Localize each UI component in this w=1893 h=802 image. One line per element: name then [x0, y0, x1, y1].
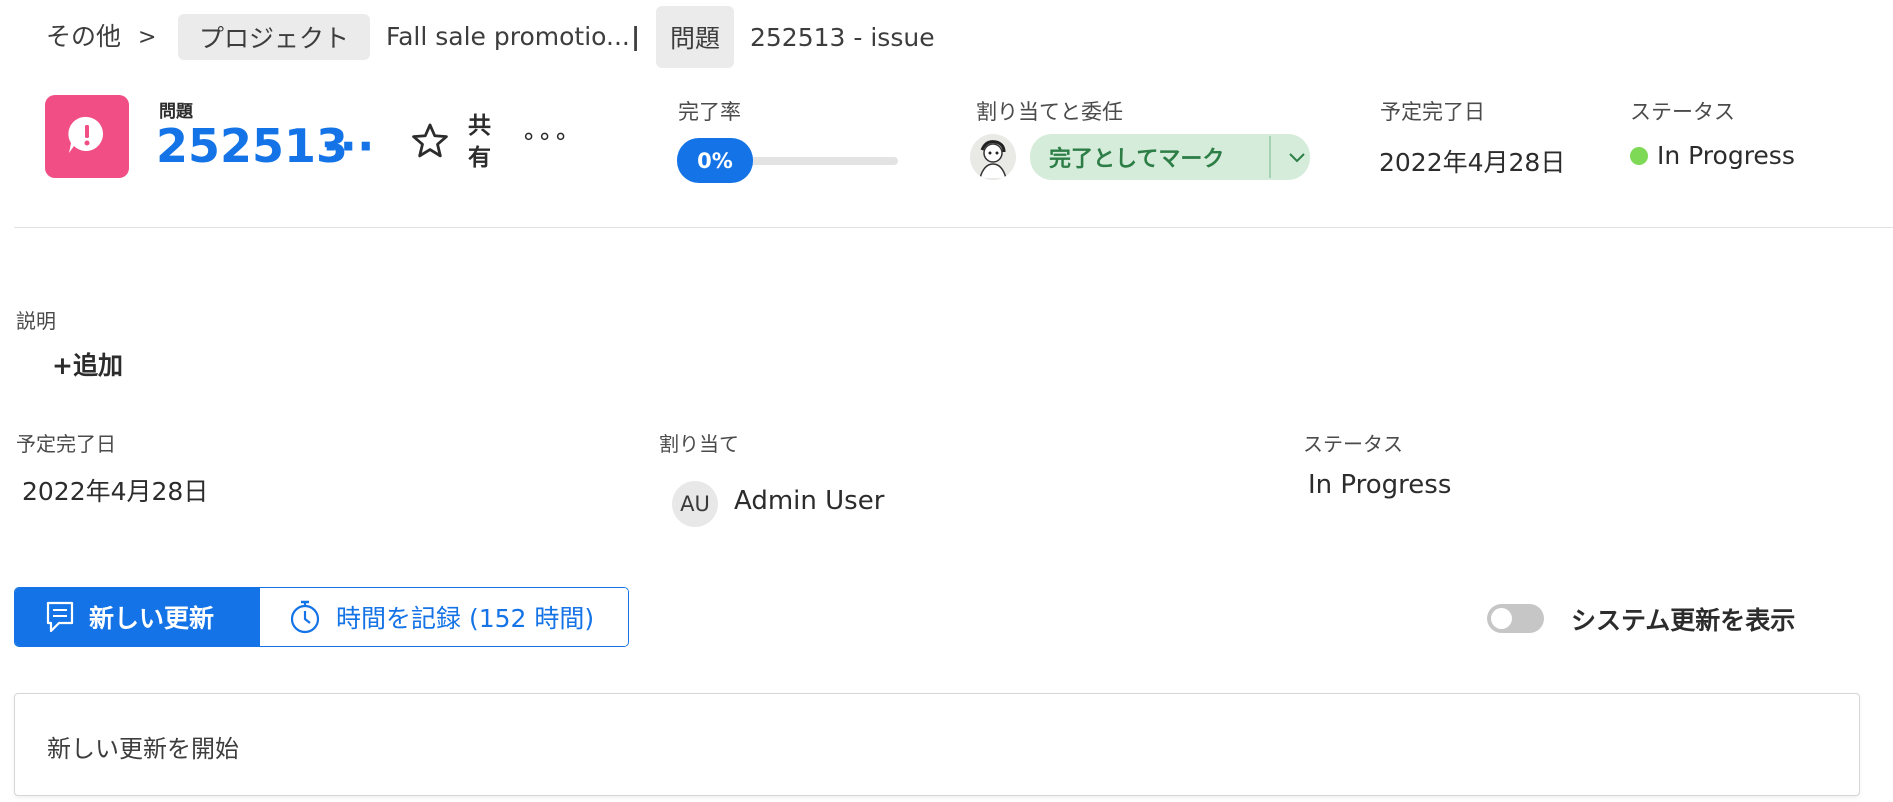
updates-tab-group: 新しい更新 時間を記録 (152 時間): [14, 587, 629, 647]
share-label-line2: 有: [468, 145, 491, 171]
tab-log-time-label: 時間を記録 (152 時間): [336, 604, 595, 633]
share-button[interactable]: 共 有: [468, 110, 491, 174]
share-label-line1: 共: [468, 113, 491, 139]
stopwatch-icon: [288, 599, 322, 635]
assignee-avatar[interactable]: [970, 134, 1016, 180]
tab-log-time[interactable]: 時間を記録 (152 時間): [260, 588, 628, 646]
mark-complete-button[interactable]: 完了としてマーク: [1030, 134, 1310, 180]
description-label: 説明: [16, 309, 56, 333]
breadcrumb-issue-pill[interactable]: 問題: [656, 6, 734, 68]
more-actions-button[interactable]: ∘∘∘: [521, 122, 569, 150]
issue-title-more-button[interactable]: ···: [322, 118, 374, 174]
details-due-value[interactable]: 2022年4月28日: [22, 472, 208, 508]
new-update-placeholder: 新しい更新を開始: [47, 735, 239, 763]
details-status-label: ステータス: [1303, 432, 1403, 456]
progress-label: 完了率: [678, 100, 741, 124]
toggle-knob: [1491, 608, 1512, 629]
note-icon: [45, 600, 75, 634]
status-dot-icon: [1630, 147, 1648, 165]
breadcrumb-project-pill[interactable]: プロジェクト: [178, 14, 370, 60]
mark-complete-separator: [1269, 136, 1271, 178]
breadcrumb-issue-name: 252513 - issue: [750, 23, 935, 52]
new-update-input[interactable]: 新しい更新を開始: [14, 693, 1860, 796]
header-status-label: ステータス: [1630, 100, 1735, 124]
assignee-initials-avatar[interactable]: AU: [672, 481, 718, 527]
header-status-value[interactable]: In Progress: [1657, 141, 1795, 170]
issue-id-title: 252513: [156, 119, 349, 173]
system-updates-label: システム更新を表示: [1571, 606, 1796, 635]
details-due-label: 予定完了日: [16, 432, 116, 456]
chevron-down-icon[interactable]: [1289, 148, 1305, 167]
assignee-name[interactable]: Admin User: [734, 486, 884, 516]
mark-complete-label: 完了としてマーク: [1049, 147, 1225, 172]
breadcrumb-separator: >: [138, 25, 157, 50]
system-updates-toggle[interactable]: [1487, 604, 1544, 633]
header-due-label: 予定完了日: [1380, 100, 1485, 124]
details-assign-label: 割り当て: [659, 432, 739, 456]
breadcrumb-other[interactable]: その他: [46, 22, 121, 52]
header-due-value[interactable]: 2022年4月28日: [1379, 143, 1565, 179]
progress-track: [740, 157, 898, 165]
details-status-value[interactable]: In Progress: [1308, 470, 1451, 500]
breadcrumb-pipe: |: [631, 22, 641, 51]
tab-new-update[interactable]: 新しい更新: [15, 588, 260, 646]
header-divider: [14, 227, 1893, 228]
description-add-link[interactable]: +追加: [52, 346, 123, 382]
progress-value-pill: 0%: [677, 138, 753, 183]
issue-speech-bubble-icon: [65, 113, 109, 161]
assignment-label: 割り当てと委任: [976, 100, 1123, 124]
tab-new-update-label: 新しい更新: [89, 604, 215, 633]
issue-type-tile: [45, 95, 129, 178]
star-icon[interactable]: [408, 120, 452, 166]
breadcrumb-project-name[interactable]: Fall sale promotio...: [386, 22, 630, 52]
